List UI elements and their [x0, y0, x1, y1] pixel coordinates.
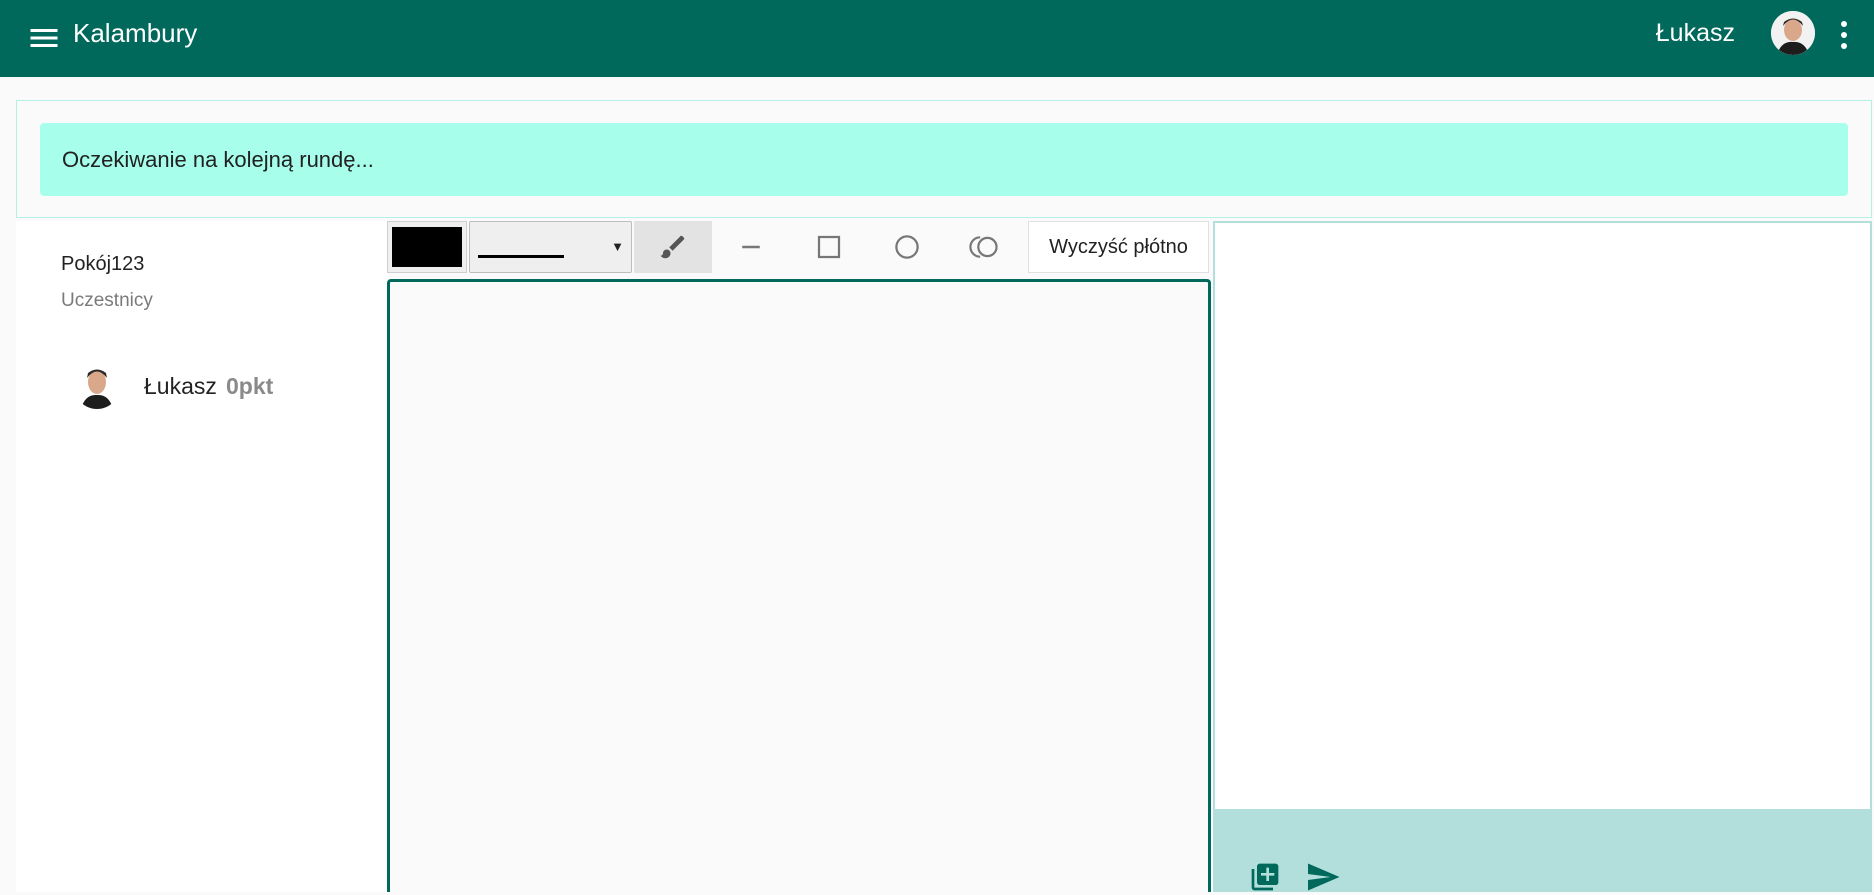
rectangle-icon: [817, 235, 841, 259]
participant-avatar-icon: [74, 363, 120, 409]
rectangle-tool-button[interactable]: [790, 221, 868, 273]
add-image-icon[interactable]: [1249, 861, 1281, 893]
chat-messages: [1215, 223, 1870, 809]
menu-icon[interactable]: [26, 20, 62, 56]
participants-label: Uczestnicy: [61, 290, 153, 311]
clear-canvas-button[interactable]: Wyczyść płótno: [1028, 221, 1209, 273]
drawing-toolbar: ▼ Wyczyść płótno: [387, 221, 1209, 273]
line-width-preview: [478, 255, 564, 258]
send-icon[interactable]: [1305, 859, 1341, 895]
user-avatar[interactable]: [1771, 11, 1815, 55]
more-vert-icon[interactable]: [1832, 18, 1856, 52]
dropdown-arrow-icon: ▼: [611, 239, 624, 254]
user-avatar-icon: [1771, 11, 1815, 55]
eraser-tool-button[interactable]: [946, 221, 1024, 273]
chat-input-bar: [1215, 809, 1870, 892]
chat-panel: [1213, 221, 1872, 892]
brush-icon: [660, 235, 685, 259]
status-banner: Oczekiwanie na kolejną rundę...: [40, 123, 1848, 196]
color-swatch: [392, 227, 462, 267]
participants-panel: Pokój123 Uczestnicy Łukasz 0pkt: [16, 221, 388, 892]
app-bar: Kalambury Łukasz: [0, 0, 1874, 77]
line-icon: [742, 245, 760, 249]
room-name: Pokój123: [61, 253, 145, 275]
line-width-select[interactable]: ▼: [469, 221, 632, 273]
circle-tool-button[interactable]: [868, 221, 946, 273]
brush-tool-button[interactable]: [634, 221, 712, 273]
color-picker[interactable]: [387, 221, 467, 273]
participant-avatar: [74, 363, 120, 409]
drawing-canvas[interactable]: [387, 279, 1211, 892]
circle-icon: [895, 235, 919, 259]
line-tool-button[interactable]: [712, 221, 790, 273]
app-title: Kalambury: [73, 18, 198, 48]
status-message: Oczekiwanie na kolejną rundę...: [62, 147, 374, 172]
eraser-icon: [969, 236, 998, 258]
user-name: Łukasz: [1655, 19, 1735, 47]
participant-points: 0pkt: [226, 373, 274, 399]
participant-item: Łukasz 0pkt: [74, 363, 374, 413]
participant-name: Łukasz: [144, 373, 217, 399]
